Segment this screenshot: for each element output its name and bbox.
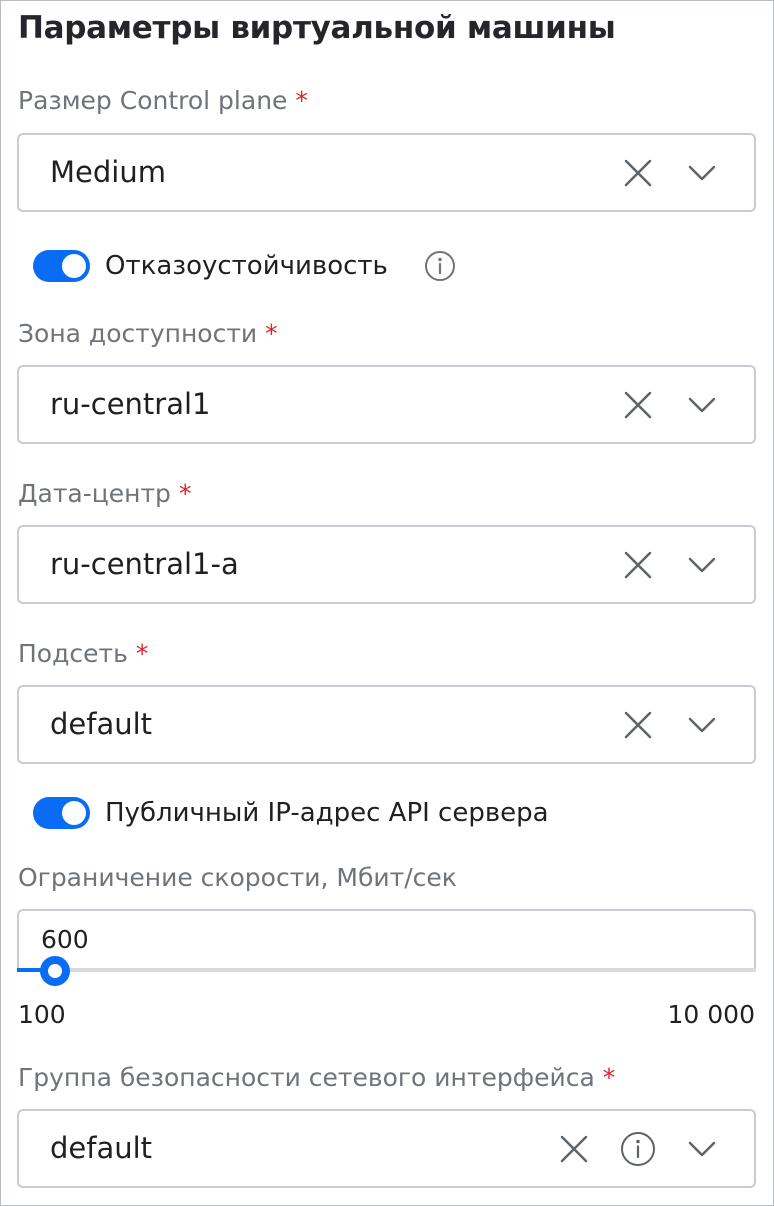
datacenter-select[interactable]: ru-central1-a (17, 525, 756, 604)
fault-tolerance-label: Отказоустойчивость (105, 251, 388, 281)
info-icon[interactable] (424, 250, 456, 282)
subnet-select[interactable]: default (17, 685, 756, 764)
subnet-label: Подсеть * (18, 639, 149, 668)
chevron-down-icon[interactable] (682, 1111, 722, 1186)
security-group-label: Группа безопасности сетевого интерфейса * (18, 1063, 616, 1092)
public-ip-row: Публичный IP-адрес API сервера (33, 796, 549, 830)
close-icon[interactable] (618, 367, 658, 442)
security-group-select[interactable]: default (17, 1109, 756, 1188)
chevron-down-icon[interactable] (682, 687, 722, 762)
public-ip-label: Публичный IP-адрес API сервера (105, 798, 549, 828)
chevron-down-icon[interactable] (682, 527, 722, 602)
speed-limit-value: 600 (41, 925, 89, 954)
required-mark: * (135, 639, 149, 668)
page-title: Параметры виртуальной машины (18, 10, 616, 46)
control-plane-select[interactable]: Medium (17, 133, 756, 212)
toggle-knob (62, 254, 86, 278)
chevron-down-icon[interactable] (682, 367, 722, 442)
required-mark: * (602, 1063, 616, 1092)
close-icon[interactable] (554, 1111, 594, 1186)
control-plane-value: Medium (50, 155, 166, 189)
close-icon[interactable] (618, 687, 658, 762)
fault-tolerance-toggle[interactable] (33, 250, 90, 282)
datacenter-value: ru-central1-a (50, 547, 239, 581)
required-mark: * (295, 86, 308, 115)
subnet-value: default (50, 707, 153, 741)
speed-limit-input[interactable]: 600 (17, 909, 756, 971)
speed-slider-thumb[interactable] (40, 956, 70, 986)
fault-tolerance-row: Отказоустойчивость (33, 249, 456, 283)
required-mark: * (265, 319, 278, 348)
close-icon[interactable] (618, 527, 658, 602)
speed-slider-track[interactable] (17, 968, 756, 972)
datacenter-label: Дата-центр * (18, 479, 192, 508)
speed-range-min: 100 (18, 1000, 66, 1029)
speed-limit-label: Ограничение скорости, Мбит/сек (18, 863, 457, 892)
zone-select[interactable]: ru-central1 (17, 365, 756, 444)
close-icon[interactable] (618, 135, 658, 210)
toggle-knob (62, 801, 86, 825)
public-ip-toggle[interactable] (33, 797, 90, 829)
zone-value: ru-central1 (50, 387, 211, 421)
required-mark: * (178, 479, 192, 508)
control-plane-label: Размер Control plane * (18, 86, 308, 115)
info-icon[interactable] (618, 1111, 658, 1186)
security-group-value: default (50, 1131, 153, 1165)
chevron-down-icon[interactable] (682, 135, 722, 210)
speed-range-max: 10 000 (667, 1000, 755, 1029)
zone-label: Зона доступности * (18, 319, 278, 348)
